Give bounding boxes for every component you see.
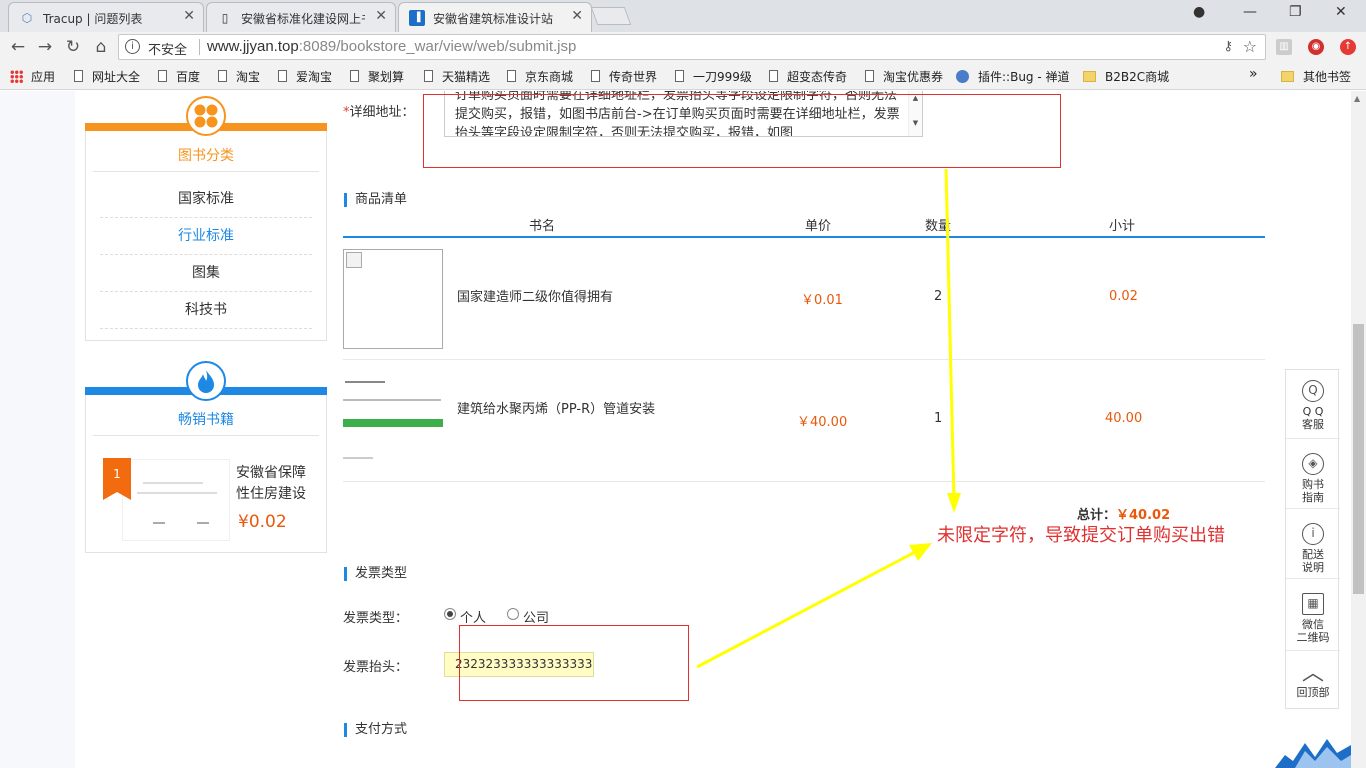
key-icon[interactable]: ⚷ (1223, 39, 1233, 54)
address-bar[interactable]: i 不安全 www.jjyan.top:8089/bookstore_war/v… (118, 34, 1266, 60)
forward-icon[interactable]: → (35, 37, 55, 57)
bookmark-item[interactable]: 插件::Bug - 禅道 (956, 68, 1070, 85)
qrcode-icon: ▦ (1302, 593, 1324, 615)
arrow-line-vertical (944, 168, 956, 502)
globe-icon (956, 70, 969, 83)
upload-icon[interactable]: ↑ (1340, 39, 1356, 55)
close-icon[interactable]: ✕ (183, 8, 195, 24)
bookmark-item[interactable]: 传奇世界 (591, 68, 657, 85)
service-float-panel: QQ Q 客服 ◈ 购书 指南 i 配送 说明 ▦ 微信 二维码 ︿ 回顶部 (1285, 369, 1340, 709)
bookmark-item[interactable]: 百度 (158, 68, 200, 85)
bookmark-item[interactable]: 一刀999级 (675, 68, 752, 85)
new-tab-button[interactable] (590, 7, 632, 25)
reload-icon[interactable]: ↻ (63, 37, 83, 57)
qq-icon: Q (1302, 380, 1324, 402)
bookmark-item[interactable]: 网址大全 (74, 68, 140, 85)
wechat-qrcode-button[interactable]: ▦ 微信 二维码 (1286, 593, 1340, 644)
star-icon[interactable]: ☆ (1243, 37, 1257, 56)
divider (1286, 438, 1340, 439)
decorative-mountain-image (1275, 739, 1351, 768)
restore-icon[interactable]: ❐ (1289, 4, 1302, 20)
bookmarks-overflow-button[interactable]: » (1249, 66, 1258, 82)
tracup-icon: ⬡ (21, 11, 33, 25)
tab-tracup[interactable]: ⬡ Tracup | 问题列表 ✕ (8, 2, 204, 32)
profile-icon[interactable]: ● (1193, 4, 1205, 20)
buying-guide-button[interactable]: ◈ 购书 指南 (1286, 453, 1340, 504)
close-icon[interactable]: ✕ (375, 8, 387, 24)
arrow-line-diagonal (696, 549, 918, 669)
annotation-arrows (696, 168, 961, 669)
window-close-icon[interactable]: ✕ (1335, 4, 1347, 20)
arrowhead (947, 493, 961, 513)
compass-icon: ◈ (1302, 453, 1324, 475)
apps-bookmark[interactable]: 应用 (10, 68, 55, 85)
url-text[interactable]: www.jjyan.top:8089/bookstore_war/view/we… (207, 38, 576, 55)
bookmark-item[interactable]: 天猫精选 (424, 68, 490, 85)
qq-service-button[interactable]: QQ Q 客服 (1286, 380, 1340, 431)
adblock-icon[interactable]: ◉ (1308, 39, 1324, 55)
extension-icon[interactable]: ▥ (1276, 39, 1292, 55)
divider (1286, 508, 1340, 509)
security-label: 不安全 (148, 43, 188, 58)
apps-grid-icon (10, 70, 23, 83)
delivery-info-button[interactable]: i 配送 说明 (1286, 523, 1340, 574)
scroll-up-icon[interactable]: ▲ (1354, 94, 1360, 103)
bookmark-icon: ▐ (409, 10, 425, 26)
doc-icon: ▯ (221, 11, 229, 25)
bookmark-item[interactable]: 淘宝 (218, 68, 260, 85)
tab-title: 安徽省标准化建设网上书 (241, 12, 365, 26)
divider (199, 39, 200, 55)
page-content: 图书分类 国家标准 行业标准 图集 科技书 畅销书籍 1 安徽省保障性住房建设 … (0, 91, 1351, 768)
bookmark-item[interactable]: 超变态传奇 (769, 68, 847, 85)
divider (1286, 578, 1340, 579)
other-bookmarks-folder[interactable]: 其他书签 (1281, 68, 1351, 85)
bookmark-item[interactable]: 淘宝优惠券 (865, 68, 943, 85)
browser-toolbar: ← → ↻ ⌂ i 不安全 www.jjyan.top:8089/booksto… (0, 32, 1366, 62)
chevron-up-icon: ︿ (1301, 661, 1324, 686)
page-scrollbar[interactable]: ▲ (1351, 91, 1366, 768)
bookmark-item[interactable]: 聚划算 (350, 68, 404, 85)
home-icon[interactable]: ⌂ (91, 37, 111, 57)
scrollbar-thumb[interactable] (1353, 324, 1364, 594)
info-icon[interactable]: i (125, 39, 140, 54)
back-icon[interactable]: ← (8, 37, 28, 57)
tab-standard-bookstore[interactable]: ▯ 安徽省标准化建设网上书 ✕ (206, 2, 396, 32)
close-icon[interactable]: ✕ (571, 8, 583, 24)
divider (1286, 650, 1340, 651)
back-to-top-button[interactable]: ︿ 回顶部 (1286, 661, 1340, 700)
bookmark-item[interactable]: 京东商城 (507, 68, 573, 85)
bookmark-item[interactable]: B2B2C商城 (1083, 68, 1169, 85)
tab-title: 安徽省建筑标准设计站 (433, 12, 554, 26)
tab-strip: ⬡ Tracup | 问题列表 ✕ ▯ 安徽省标准化建设网上书 ✕ ▐ 安徽省建… (0, 0, 1366, 32)
tab-design-station[interactable]: ▐ 安徽省建筑标准设计站 ✕ (398, 2, 592, 32)
bookmark-item[interactable]: 爱淘宝 (278, 68, 332, 85)
bookmarks-bar: 应用 网址大全 百度 淘宝 爱淘宝 聚划算 天猫精选 京东商城 传奇世界 一刀9… (0, 62, 1366, 90)
tab-title: Tracup | 问题列表 (43, 12, 143, 26)
minimize-icon[interactable]: — (1243, 4, 1257, 20)
info-icon: i (1302, 523, 1324, 545)
